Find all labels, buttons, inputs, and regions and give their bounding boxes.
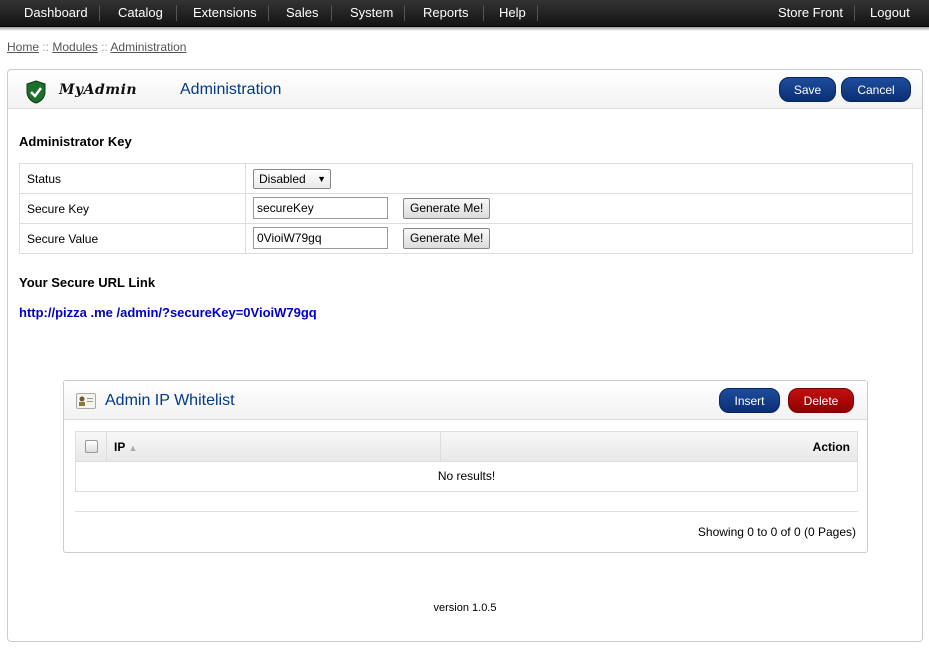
nav-extensions[interactable]: Extensions — [180, 0, 270, 26]
status-cell: Disabled ▼ — [245, 163, 913, 194]
secure-value-label: Secure Value — [19, 223, 246, 254]
nav-separator — [99, 5, 100, 21]
cancel-button[interactable]: Cancel — [841, 77, 911, 102]
table-header: IP ▲ Action — [76, 432, 857, 462]
breadcrumb-administration[interactable]: Administration — [110, 40, 186, 54]
generate-value-button[interactable]: Generate Me! — [403, 228, 491, 249]
nav-help[interactable]: Help — [486, 0, 539, 26]
status-select-value: Disabled — [259, 172, 306, 186]
column-action: Action — [812, 440, 850, 454]
nav-separator — [268, 5, 269, 21]
secure-key-label: Secure Key — [19, 193, 246, 224]
select-all-checkbox[interactable] — [85, 440, 98, 453]
column-divider — [106, 432, 107, 462]
secure-key-row: Secure Key secureKey Generate Me! — [19, 193, 913, 224]
nav-separator — [331, 5, 332, 21]
top-nav: Dashboard Catalog Extensions Sales Syste… — [0, 0, 929, 27]
secure-key-cell: secureKey Generate Me! — [245, 193, 913, 224]
breadcrumb-separator: :: — [42, 40, 50, 54]
secure-url-heading: Your Secure URL Link — [19, 275, 156, 290]
status-label: Status — [19, 163, 246, 194]
admin-key-heading: Administrator Key — [19, 134, 132, 149]
breadcrumb-modules[interactable]: Modules — [52, 40, 97, 54]
nav-system[interactable]: System — [337, 0, 406, 26]
nav-separator — [176, 5, 177, 21]
secure-value-row: Secure Value 0VioiW79gq Generate Me! — [19, 223, 913, 254]
nav-store-front[interactable]: Store Front — [765, 0, 856, 26]
status-row: Status Disabled ▼ — [19, 163, 913, 194]
main-panel: MyAdmin Administration Save Cancel Admin… — [7, 69, 923, 642]
breadcrumb-home[interactable]: Home — [7, 40, 39, 54]
whitelist-title: Admin IP Whitelist — [105, 392, 235, 409]
nav-reports[interactable]: Reports — [410, 0, 482, 26]
sort-asc-icon: ▲ — [128, 443, 138, 453]
nav-sales[interactable]: Sales — [273, 0, 332, 26]
admin-key-form: Status Disabled ▼ Secure Key secureKey G… — [19, 163, 913, 254]
column-ip[interactable]: IP ▲ — [114, 440, 137, 454]
column-divider — [440, 432, 441, 462]
nav-separator — [404, 5, 405, 21]
insert-button[interactable]: Insert — [719, 388, 780, 413]
id-card-icon — [76, 393, 96, 409]
secure-value-input[interactable]: 0VioiW79gq — [253, 227, 388, 249]
nav-catalog[interactable]: Catalog — [105, 0, 176, 26]
ip-whitelist-panel: Admin IP Whitelist Insert Delete IP ▲ Ac… — [63, 380, 868, 553]
divider — [75, 511, 858, 512]
generate-key-button[interactable]: Generate Me! — [403, 198, 491, 219]
secure-url-link[interactable]: http://pizza .me /admin/?secureKey=0Vioi… — [19, 305, 317, 320]
panel-header: MyAdmin Administration Save Cancel — [8, 70, 922, 109]
nav-separator — [537, 5, 538, 21]
ip-table: IP ▲ Action No results! — [75, 431, 858, 492]
column-ip-label: IP — [114, 440, 126, 454]
shield-check-icon — [26, 80, 46, 104]
app-logo: MyAdmin — [59, 82, 138, 98]
nav-logout[interactable]: Logout — [857, 0, 923, 26]
page-title: Administration — [180, 81, 282, 98]
breadcrumb-separator: :: — [101, 40, 108, 54]
status-select[interactable]: Disabled ▼ — [253, 169, 331, 189]
pagination-info: Showing 0 to 0 of 0 (0 Pages) — [697, 525, 856, 539]
nav-shadow — [0, 27, 929, 31]
nav-separator — [854, 5, 855, 21]
chevron-down-icon: ▼ — [317, 174, 326, 184]
nav-dashboard[interactable]: Dashboard — [11, 0, 101, 26]
version-text: version 1.0.5 — [433, 602, 497, 614]
empty-row: No results! — [437, 469, 496, 483]
delete-button[interactable]: Delete — [788, 388, 854, 413]
whitelist-header: Admin IP Whitelist Insert Delete — [64, 381, 867, 420]
secure-value-cell: 0VioiW79gq Generate Me! — [245, 223, 913, 254]
breadcrumb: Home :: Modules :: Administration — [7, 40, 186, 54]
secure-key-input[interactable]: secureKey — [253, 197, 388, 219]
nav-separator — [483, 5, 484, 21]
save-button[interactable]: Save — [779, 77, 836, 102]
